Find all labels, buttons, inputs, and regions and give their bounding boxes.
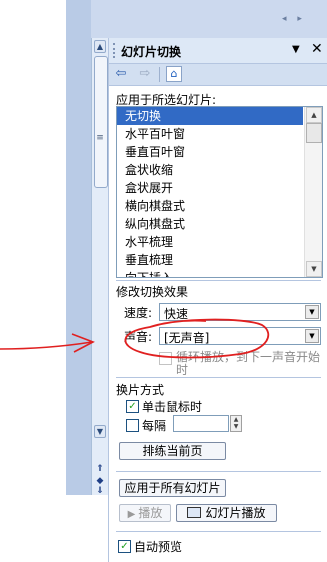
scroll-thumb[interactable] bbox=[306, 123, 322, 143]
play-button[interactable]: ▶ 播放 bbox=[119, 504, 171, 522]
nav-divider bbox=[159, 67, 160, 82]
pane-header: 幻灯片切换 ▼ ✕ bbox=[109, 38, 327, 64]
forward-icon[interactable]: ⇨ bbox=[137, 66, 153, 82]
section-divider bbox=[116, 531, 321, 532]
interval-spinner[interactable]: ▲ ▼ bbox=[230, 415, 242, 432]
slide-vertical-scrollbar[interactable]: ▲ ≡ ▼ ⇑ ◆ ⇓ bbox=[91, 38, 109, 497]
home-icon[interactable]: ⌂ bbox=[166, 66, 182, 82]
advance-every-checkbox[interactable] bbox=[126, 419, 139, 432]
list-item[interactable]: 纵向棋盘式 bbox=[117, 215, 303, 233]
speed-dropdown[interactable]: 快速 ▼ bbox=[159, 303, 321, 321]
list-item[interactable]: 水平百叶窗 bbox=[117, 125, 303, 143]
speed-label: 速度: bbox=[124, 306, 153, 320]
scroll-down-icon[interactable]: ▼ bbox=[306, 261, 322, 277]
advance-every-label: 每隔 bbox=[142, 419, 167, 433]
slideshow-button-label: 幻灯片播放 bbox=[205, 506, 266, 520]
auto-preview-checkbox[interactable]: ✓ bbox=[118, 540, 131, 553]
chevron-down-icon[interactable]: ▼ bbox=[305, 329, 319, 343]
scroll-up-icon[interactable]: ▲ bbox=[94, 40, 106, 53]
slideshow-button[interactable]: 幻灯片播放 bbox=[176, 504, 277, 522]
loop-sound-label-continued: 时 bbox=[176, 363, 189, 377]
play-icon: ▶ bbox=[127, 509, 136, 520]
advance-slide-heading: 换片方式 bbox=[116, 383, 165, 397]
close-icon[interactable]: ✕ bbox=[311, 41, 323, 57]
slide-editing-area[interactable] bbox=[66, 0, 91, 495]
app-window: ◂ ▸ ▲ ≡ ▼ ⇑ ◆ ⇓ 幻灯片切换 ▼ ✕ ⇦ ⇨ ⌂ 应用于所选幻灯片… bbox=[0, 0, 327, 562]
scroll-thumb[interactable] bbox=[94, 56, 108, 188]
list-item[interactable]: 垂直梳理 bbox=[117, 251, 303, 269]
bottom-margin bbox=[66, 495, 91, 562]
speed-value: 快速 bbox=[164, 307, 189, 321]
slideshow-icon bbox=[187, 507, 202, 518]
tab-scroll-arrows[interactable]: ◂ ▸ bbox=[282, 14, 322, 28]
loop-sound-checkbox[interactable] bbox=[159, 352, 172, 365]
scroll-down-icon[interactable]: ▼ bbox=[94, 425, 106, 438]
transition-list: 无切换 水平百叶窗 垂直百叶窗 盒状收缩 盒状展开 横向棋盘式 纵向棋盘式 水平… bbox=[117, 107, 303, 277]
spin-down-icon[interactable]: ▼ bbox=[231, 423, 241, 430]
rehearse-current-button[interactable]: 排练当前页 bbox=[119, 442, 226, 460]
pane-navigation-bar: ⇦ ⇨ ⌂ bbox=[109, 64, 327, 86]
pane-title: 幻灯片切换 bbox=[121, 45, 182, 59]
left-margin bbox=[0, 0, 66, 562]
previous-slide-icon[interactable]: ⇑ bbox=[94, 463, 106, 475]
loop-sound-label: 循环播放，到下一声音开始 bbox=[176, 350, 321, 364]
transition-listbox[interactable]: 无切换 水平百叶窗 垂直百叶窗 盒状收缩 盒状展开 横向棋盘式 纵向棋盘式 水平… bbox=[116, 106, 323, 278]
list-item[interactable]: 盒状收缩 bbox=[117, 161, 303, 179]
list-item[interactable]: 水平梳理 bbox=[117, 233, 303, 251]
list-item[interactable]: 垂直百叶窗 bbox=[117, 143, 303, 161]
on-mouse-click-checkbox[interactable]: ✓ bbox=[126, 400, 139, 413]
drag-handle[interactable] bbox=[113, 43, 118, 58]
back-icon[interactable]: ⇦ bbox=[113, 66, 129, 82]
auto-preview-label: 自动预览 bbox=[134, 540, 183, 554]
list-item[interactable]: 向下插入 bbox=[117, 269, 303, 277]
sound-label: 声音: bbox=[124, 330, 153, 344]
play-button-label: 播放 bbox=[138, 506, 163, 520]
section-divider bbox=[116, 280, 321, 281]
advance-interval-input[interactable] bbox=[173, 415, 229, 432]
apply-to-all-button[interactable]: 应用于所有幻灯片 bbox=[119, 479, 226, 497]
sound-value: [无声音] bbox=[164, 331, 210, 345]
listbox-scrollbar[interactable]: ▲ ▼ bbox=[304, 107, 322, 277]
list-item[interactable]: 盒状展开 bbox=[117, 179, 303, 197]
slide-transition-pane: 幻灯片切换 ▼ ✕ ⇦ ⇨ ⌂ 应用于所选幻灯片: 无切换 水平百叶窗 垂直百叶… bbox=[108, 38, 327, 562]
scroll-up-icon[interactable]: ▲ bbox=[306, 107, 322, 123]
grip-icon: ≡ bbox=[96, 133, 104, 143]
sound-dropdown[interactable]: [无声音] ▼ bbox=[159, 327, 321, 345]
next-slide-icon[interactable]: ⇓ bbox=[94, 485, 106, 497]
on-mouse-click-label: 单击鼠标时 bbox=[142, 400, 203, 414]
section-divider bbox=[116, 377, 321, 378]
modify-transition-heading: 修改切换效果 bbox=[116, 285, 189, 299]
pane-menu-icon[interactable]: ▼ bbox=[292, 44, 300, 55]
list-item[interactable]: 无切换 bbox=[117, 107, 303, 125]
spin-up-icon[interactable]: ▲ bbox=[231, 416, 241, 423]
list-item[interactable]: 横向棋盘式 bbox=[117, 197, 303, 215]
section-divider bbox=[116, 471, 321, 472]
chevron-down-icon[interactable]: ▼ bbox=[305, 305, 319, 319]
